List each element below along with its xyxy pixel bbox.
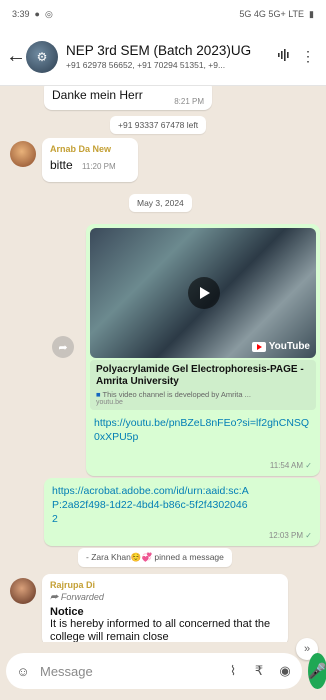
message-bubble-bitte[interactable]: Arnab Da New bitte 11:20 PM — [42, 138, 138, 182]
message-time-read: 11:54 AM ✓ — [270, 461, 312, 470]
video-icon: ■ — [96, 390, 101, 399]
preview-domain: youtu.be — [96, 399, 123, 406]
avatar-rajrupa[interactable] — [10, 578, 36, 604]
date-divider: May 3, 2024 — [129, 194, 192, 212]
chat-area[interactable]: Danke mein Herr 8:21 PM +91 93337 67478 … — [0, 86, 326, 642]
message-bubble-notice[interactable]: Rajrupa Di ⮫ Forwarded Notice It is here… — [42, 574, 288, 642]
more-options-icon[interactable]: ⋮ — [296, 48, 320, 65]
input-pill: ☺ ⌇ ₹ ◉ — [6, 653, 302, 689]
header-title-area[interactable]: NEP 3rd SEM (Batch 2023)UG +91 62978 566… — [66, 43, 272, 70]
emoji-icon[interactable]: ☺ — [14, 664, 32, 679]
youtube-badge: YouTube — [251, 341, 310, 352]
video-thumbnail[interactable]: YouTube — [90, 228, 316, 358]
group-members: +91 62978 56652, +91 70294 51351, +9... — [66, 60, 226, 70]
preview-title: Polyacrylamide Gel Electrophoresis-PAGE … — [96, 364, 304, 387]
youtube-link[interactable]: https://youtu.be/pnBZeL8nFEo?si=lf2ghCNS… — [94, 416, 312, 444]
battery-icon: ▮ — [309, 8, 314, 19]
avatar-arnab[interactable] — [10, 141, 36, 167]
camera-icon[interactable]: ◉ — [276, 663, 294, 679]
link-preview[interactable]: Polyacrylamide Gel Electrophoresis-PAGE … — [90, 360, 316, 410]
sender-name[interactable]: Rajrupa Di — [50, 580, 280, 590]
group-name: NEP 3rd SEM (Batch 2023)UG — [66, 43, 252, 58]
play-icon[interactable] — [188, 277, 220, 309]
message-input[interactable] — [40, 663, 216, 679]
message-bubble-youtube[interactable]: YouTube Polyacrylamide Gel Electrophores… — [86, 224, 320, 476]
preview-desc-text: This video channel is developed by Amrit… — [102, 390, 251, 399]
message-time: 8:21 PM — [174, 97, 204, 106]
attach-icon[interactable]: ⌇ — [224, 663, 242, 679]
message-time: 12:03 PM — [268, 531, 304, 540]
forwarded-text: Forwarded — [60, 592, 104, 602]
notice-title: Notice — [50, 606, 84, 618]
sync-icon: ◎ — [44, 8, 53, 19]
preview-description: ■ This video channel is developed by Amr… — [96, 390, 310, 399]
notice-body: It is hereby informed to all concerned t… — [50, 618, 271, 642]
system-notice-left: +91 93337 67478 left — [110, 116, 207, 134]
pinned-notice-text: - Zara Khan☺️💞 pinned a message — [86, 552, 224, 562]
youtube-badge-label: YouTube — [268, 341, 310, 352]
payment-icon[interactable]: ₹ — [250, 663, 268, 679]
forward-share-icon[interactable]: ➦ — [52, 336, 74, 358]
group-avatar[interactable]: ⚙ — [26, 40, 58, 73]
sender-name[interactable]: Arnab Da New — [50, 144, 130, 154]
youtube-logo-icon — [251, 341, 266, 352]
mic-icon: 🎤 — [308, 663, 326, 680]
adobe-link[interactable]: https://acrobat.adobe.com/id/urn:aaid:sc… — [52, 484, 252, 526]
network-indicator: 5G 4G 5G+ LTE — [239, 9, 305, 19]
voice-call-icon[interactable] — [272, 48, 296, 65]
message-time-read: 12:03 PM ✓ — [269, 531, 312, 540]
status-time: 3:39 — [12, 9, 30, 19]
message-input-bar: ☺ ⌇ ₹ ◉ 🎤 — [0, 642, 326, 700]
chat-header: ← ⚙ NEP 3rd SEM (Batch 2023)UG +91 62978… — [0, 28, 326, 86]
message-time: 11:20 PM — [82, 162, 116, 171]
message-bubble-adobe[interactable]: https://acrobat.adobe.com/id/urn:aaid:sc… — [44, 478, 320, 546]
status-bar: 3:39 ● ◎ 5G 4G 5G+ LTE ▮ — [0, 0, 326, 28]
message-text: bitte — [50, 158, 73, 172]
message-bubble-danke[interactable]: Danke mein Herr 8:21 PM — [44, 86, 212, 110]
notification-icon: ● — [34, 9, 40, 19]
message-time: 11:54 AM — [269, 461, 304, 470]
pinned-message-notice[interactable]: - Zara Khan☺️💞 pinned a message — [78, 548, 232, 567]
forward-arrow-icon: ⮫ — [50, 592, 59, 602]
forwarded-label: ⮫ Forwarded — [50, 592, 280, 603]
date-text: May 3, 2024 — [137, 198, 184, 208]
mic-button[interactable]: 🎤 — [308, 653, 326, 689]
back-arrow-icon[interactable]: ← — [6, 45, 26, 68]
read-check-icon: ✓ — [305, 461, 312, 470]
read-check-icon: ✓ — [305, 531, 312, 540]
message-text: Danke mein Herr — [52, 88, 143, 102]
notice-text: +91 93337 67478 left — [118, 120, 199, 130]
